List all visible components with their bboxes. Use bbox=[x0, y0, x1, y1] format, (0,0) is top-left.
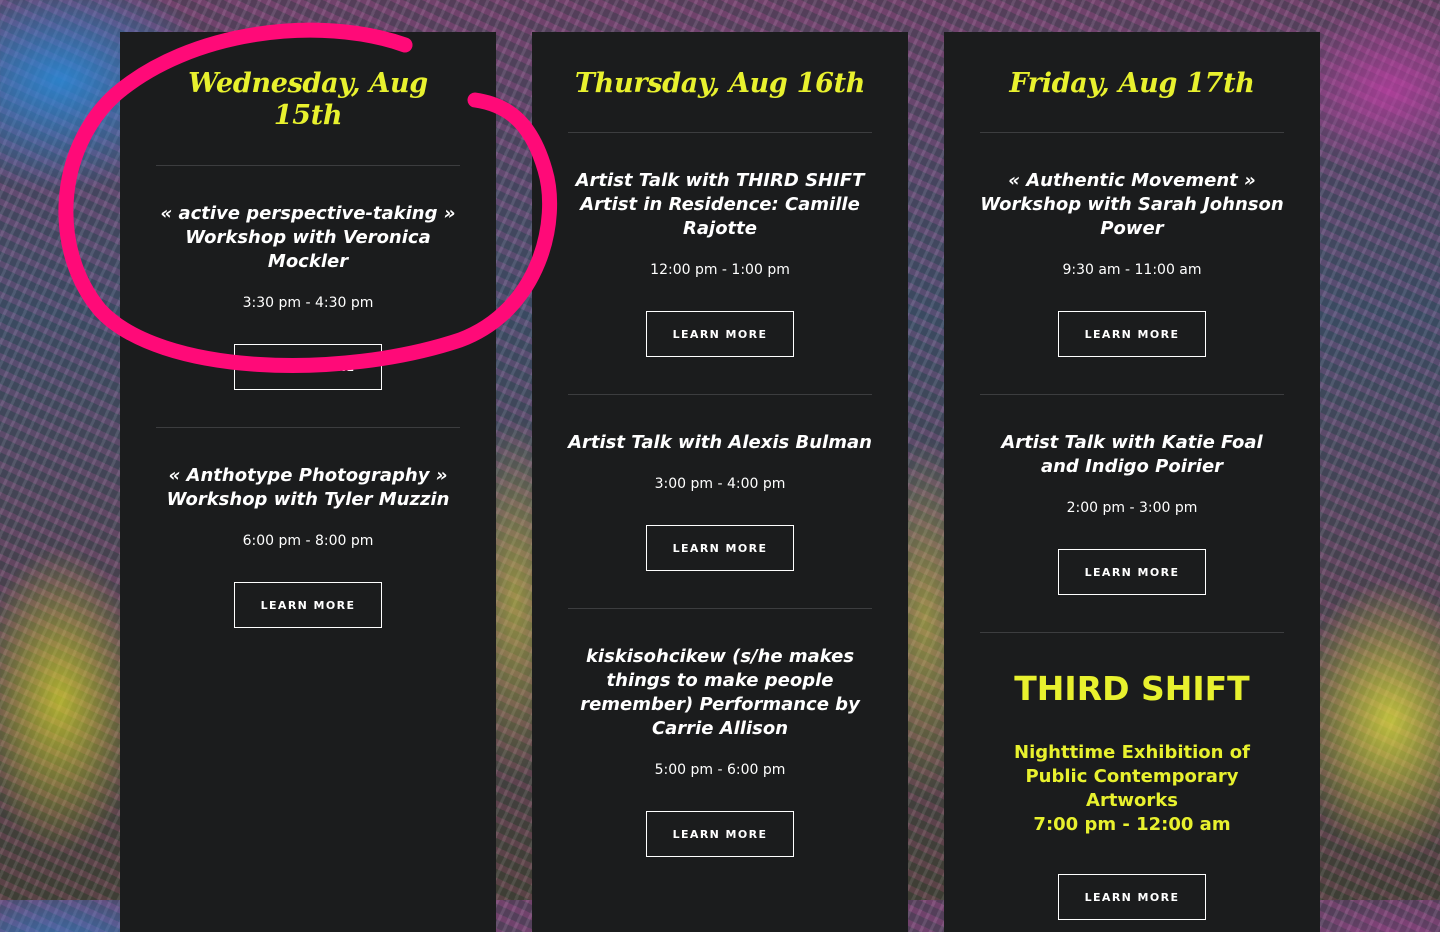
featured-event-title: THIRD SHIFT bbox=[1014, 669, 1250, 709]
event-title: kiskisohcikew (s/he makes things to make… bbox=[580, 646, 860, 740]
learn-more-button[interactable]: LEARN MORE bbox=[234, 343, 382, 390]
day-column-thursday: Thursday, Aug 16th Artist Talk with THIR… bbox=[532, 32, 908, 932]
day-title: Wednesday, Aug 15th bbox=[156, 32, 460, 166]
learn-more-button[interactable]: LEARN MORE bbox=[646, 525, 794, 572]
event-item: « Authentic Movement » Workshop with Sar… bbox=[980, 133, 1284, 396]
learn-more-button[interactable]: LEARN MORE bbox=[234, 581, 382, 628]
day-title: Thursday, Aug 16th bbox=[568, 32, 872, 134]
event-item: « active perspective-taking » Workshop w… bbox=[156, 166, 460, 428]
event-title: Artist Talk with Katie Foal and Indigo P… bbox=[1001, 432, 1263, 478]
event-title: Artist Talk with Alexis Bulman bbox=[568, 432, 872, 454]
event-time: 6:00 pm - 8:00 pm bbox=[242, 532, 374, 549]
event-item: « Anthotype Photography » Workshop with … bbox=[156, 428, 460, 665]
event-time: 12:00 pm - 1:00 pm bbox=[650, 262, 790, 279]
event-title: Artist Talk with THIRD SHIFT Artist in R… bbox=[575, 170, 865, 240]
event-item: Artist Talk with THIRD SHIFT Artist in R… bbox=[568, 133, 872, 396]
event-time: 9:30 am - 11:00 am bbox=[1062, 262, 1202, 279]
featured-event-description: Nighttime Exhibition of Public Contempor… bbox=[1014, 742, 1250, 812]
day-column-wednesday: Wednesday, Aug 15th « active perspective… bbox=[120, 32, 496, 932]
learn-more-button[interactable]: LEARN MORE bbox=[1058, 549, 1206, 596]
event-time: 3:30 pm - 4:30 pm bbox=[242, 294, 374, 311]
learn-more-button[interactable]: LEARN MORE bbox=[646, 311, 794, 358]
event-item: Artist Talk with Alexis Bulman 3:00 pm -… bbox=[568, 395, 872, 610]
event-time: 3:00 pm - 4:00 pm bbox=[654, 476, 786, 493]
featured-event-time: 7:00 pm - 12:00 am bbox=[1033, 814, 1231, 836]
event-title: « Authentic Movement » Workshop with Sar… bbox=[980, 170, 1284, 240]
learn-more-button[interactable]: LEARN MORE bbox=[1058, 311, 1206, 358]
event-time: 2:00 pm - 3:00 pm bbox=[1066, 500, 1198, 517]
learn-more-button[interactable]: LEARN MORE bbox=[646, 811, 794, 858]
event-item: Artist Talk with Katie Foal and Indigo P… bbox=[980, 395, 1284, 634]
event-title: « Anthotype Photography » Workshop with … bbox=[166, 464, 450, 510]
event-item: kiskisohcikew (s/he makes things to make… bbox=[568, 609, 872, 894]
learn-more-button[interactable]: LEARN MORE bbox=[1058, 874, 1206, 921]
event-title: « active perspective-taking » Workshop w… bbox=[160, 202, 456, 272]
day-column-friday: Friday, Aug 17th « Authentic Movement » … bbox=[944, 32, 1320, 932]
featured-event: THIRD SHIFT Nighttime Exhibition of Publ… bbox=[980, 633, 1284, 921]
event-time: 5:00 pm - 6:00 pm bbox=[654, 762, 786, 779]
day-title: Friday, Aug 17th bbox=[980, 32, 1284, 134]
